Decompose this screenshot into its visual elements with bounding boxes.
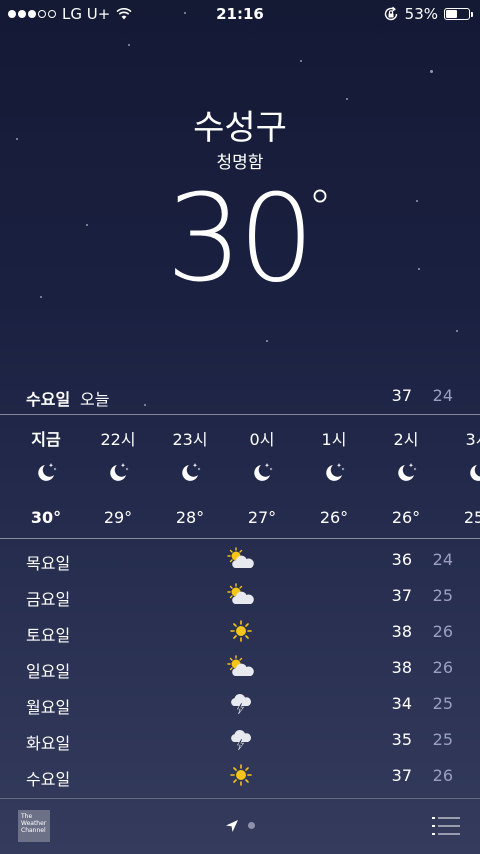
weather-channel-logo[interactable]: The Weather Channel [18,810,50,842]
sun-icon [226,618,256,644]
partly-cloudy-icon [226,654,256,680]
daily-row: 목요일 36 24 [0,542,480,578]
daily-day: 월요일 [26,698,71,717]
hourly-temp: 29° [103,508,133,527]
battery-percent: 53% [404,5,438,23]
daily-high: 37 [391,586,412,605]
star [86,224,88,226]
daily-row: 수요일 37 26 [0,758,480,794]
battery-level-fill [446,10,458,18]
star [430,70,433,73]
star [300,60,302,62]
page-indicator-dot[interactable] [248,822,255,829]
daily-row: 화요일 35 25 [0,722,480,758]
moon-stars-icon [250,460,274,484]
daily-day: 화요일 [26,734,71,753]
hourly-forecast[interactable]: 지금 30° 22시 29° 23시 28° 0시 27° 1시 26° 2시 26° 3시 25° [0,416,480,538]
daily-low: 25 [432,730,453,749]
hourly-temp: 30° [30,508,62,527]
star [416,200,418,202]
hourly-time: 1시 [321,430,347,449]
status-right: 53% [383,5,473,23]
battery-icon [444,8,473,20]
hourly-time: 2시 [393,430,419,449]
moon-stars-icon [34,460,58,484]
divider [0,414,480,415]
hourly-temp: 26° [391,508,421,527]
star [418,268,420,270]
rotation-lock-icon [384,6,397,21]
hourly-time: 지금 [31,430,61,449]
today-high: 37 [391,386,412,405]
list-icon[interactable] [432,816,460,836]
moon-stars-icon [322,460,346,484]
star [456,330,458,332]
daily-high: 35 [391,730,412,749]
daily-row: 토요일 38 26 [0,614,480,650]
city-name: 수성구 [193,108,287,148]
daily-day: 금요일 [26,590,71,609]
daily-row: 금요일 37 25 [0,578,480,614]
daily-day: 토요일 [26,626,71,645]
hourly-temp: 25° [463,508,480,527]
today-label: 오늘 [80,390,110,409]
daily-row: 일요일 38 26 [0,650,480,686]
daily-low: 26 [432,658,453,677]
status-bar: LG U+ 21:16 53% [0,0,480,28]
location-arrow-icon[interactable] [224,818,240,834]
daily-low: 26 [432,766,453,785]
current-temperature: 30 [166,170,315,309]
moon-stars-icon [106,460,130,484]
daily-high: 38 [391,658,412,677]
hourly-temp: 28° [175,508,205,527]
today-low: 24 [432,386,453,405]
degree-symbol: ° [308,180,332,236]
divider [0,538,480,539]
daily-day: 수요일 [26,770,71,789]
daily-day: 일요일 [26,662,71,681]
partly-cloudy-icon [226,546,256,572]
battery-tip [471,12,473,17]
daily-day: 목요일 [26,554,71,573]
moon-stars-icon [178,460,202,484]
hourly-time: 0시 [249,430,275,449]
sun-icon [226,762,256,788]
thunderstorm-icon [226,726,256,752]
today-day: 수요일 [26,390,71,409]
daily-high: 36 [391,550,412,569]
hourly-temp: 26° [319,508,349,527]
star [266,340,268,342]
hourly-time: 23시 [172,430,208,449]
daily-low: 25 [432,694,453,713]
daily-low: 25 [432,586,453,605]
footer-toolbar: The Weather Channel [0,798,480,854]
hourly-time: 3시 [465,430,480,449]
hourly-time: 22시 [100,430,136,449]
moon-stars-icon [394,460,418,484]
thunderstorm-icon [226,690,256,716]
partly-cloudy-icon [226,582,256,608]
today-summary: 수요일 오늘 37 24 [0,386,480,409]
daily-low: 26 [432,622,453,641]
daily-high: 38 [391,622,412,641]
star [128,44,130,46]
daily-row: 월요일 34 25 [0,686,480,722]
daily-high: 37 [391,766,412,785]
star [40,296,42,298]
daily-high: 34 [391,694,412,713]
daily-low: 24 [432,550,453,569]
hourly-temp: 27° [247,508,277,527]
moon-stars-icon [466,460,480,484]
